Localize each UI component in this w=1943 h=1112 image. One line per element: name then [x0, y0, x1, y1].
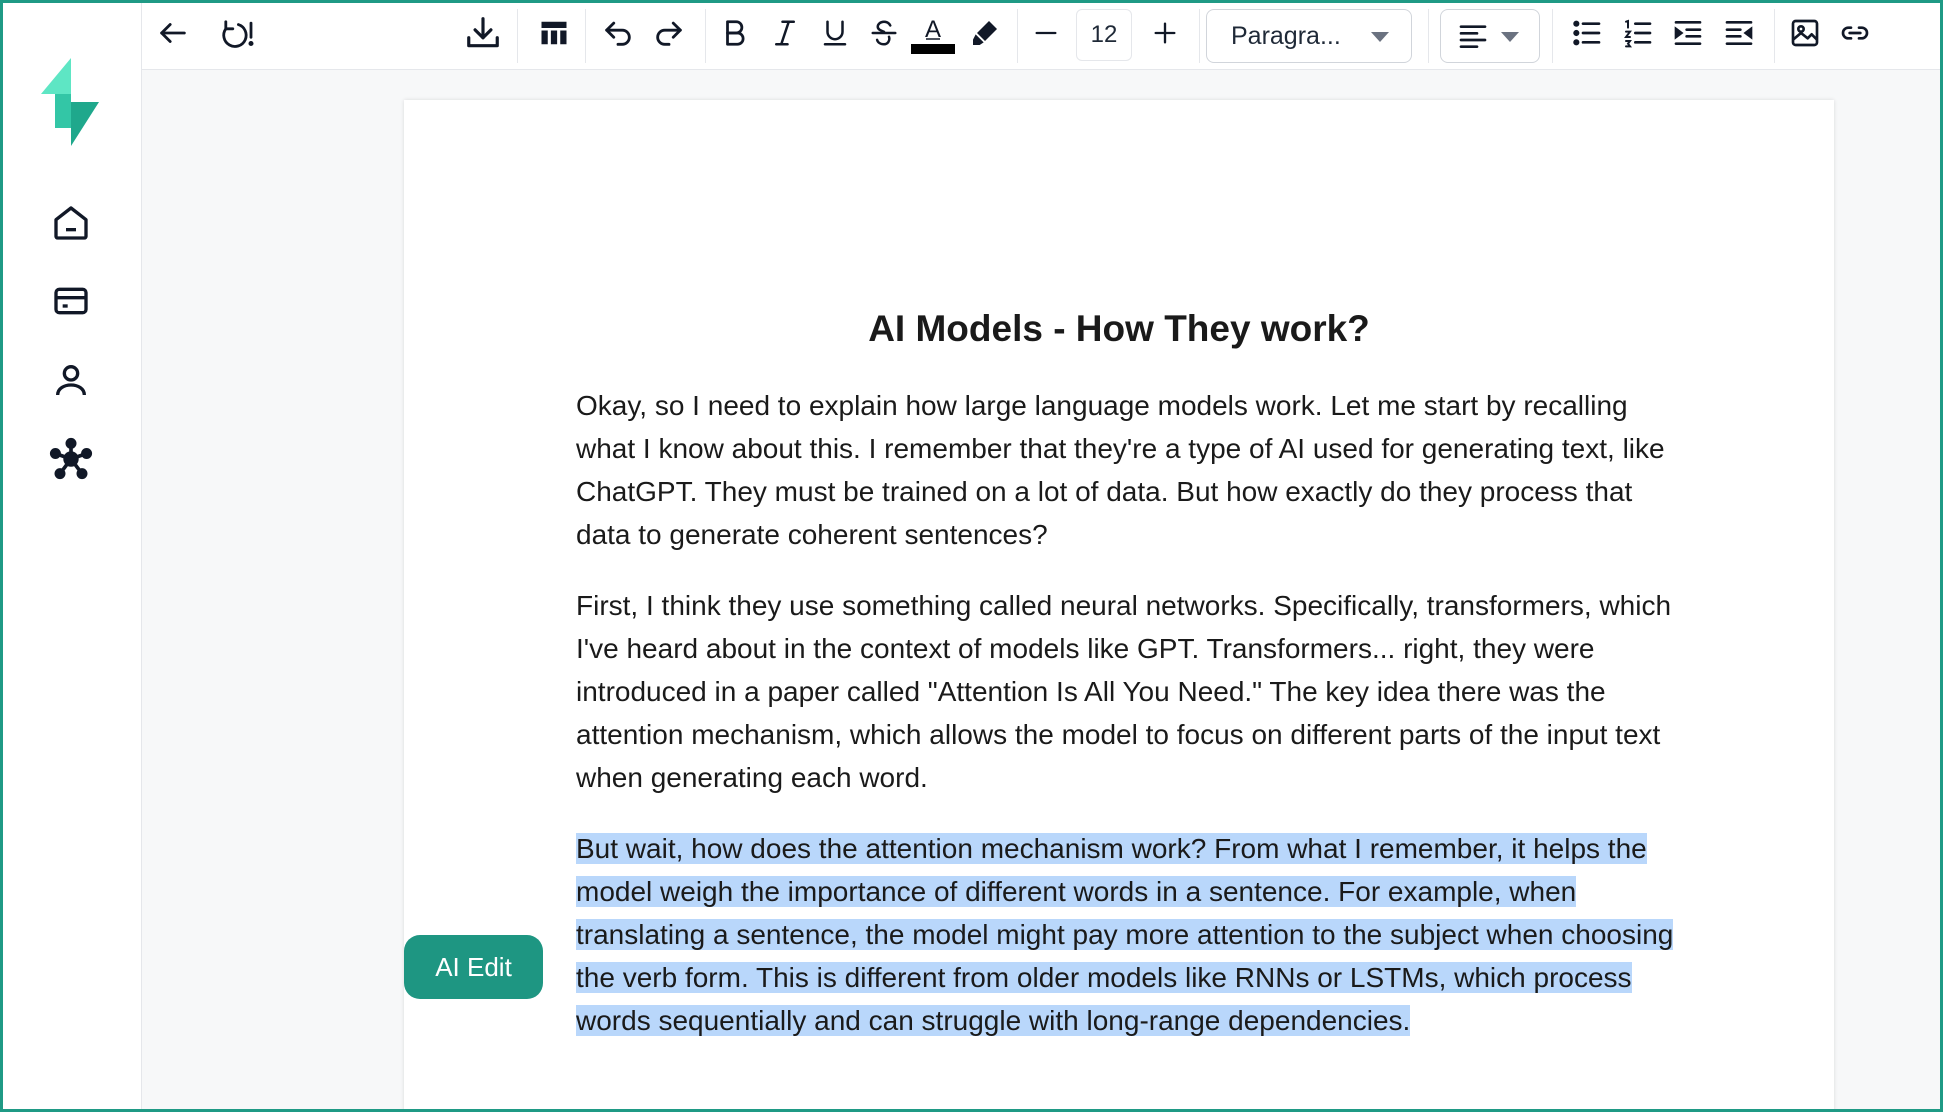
highlight-icon	[969, 17, 1001, 54]
increase-font-size-button[interactable]	[1142, 11, 1188, 59]
italic-button[interactable]	[762, 11, 808, 59]
toolbar-divider	[1552, 9, 1553, 63]
italic-icon	[770, 17, 800, 54]
numbered-list-icon	[1622, 17, 1654, 54]
align-left-icon	[1457, 20, 1489, 57]
back-arrow-icon	[156, 16, 190, 55]
bold-icon	[720, 17, 750, 54]
redo-button[interactable]	[646, 11, 692, 59]
back-button[interactable]	[150, 11, 196, 59]
document-title[interactable]: AI Models - How They work?	[404, 308, 1834, 350]
insert-image-button[interactable]	[1782, 11, 1828, 59]
app-window: A 12 Paragra... AI Models - How They wor…	[0, 0, 1943, 1112]
text-color-icon: A	[910, 10, 956, 61]
toolbar-divider	[1428, 9, 1429, 63]
outdent-icon	[1723, 17, 1755, 54]
document-paragraph[interactable]: Okay, so I need to explain how large lan…	[576, 384, 1676, 556]
selected-paragraph[interactable]: But wait, how does the attention mechani…	[576, 827, 1676, 1042]
chevron-down-icon	[1501, 32, 1519, 42]
bold-button[interactable]	[712, 11, 758, 59]
sidebar-item-network[interactable]	[43, 433, 99, 489]
image-icon	[1789, 17, 1821, 54]
ai-edit-button[interactable]: AI Edit	[404, 935, 543, 999]
user-icon	[51, 360, 91, 405]
redo-icon	[652, 16, 686, 55]
paragraph-style-value: Paragra...	[1231, 21, 1341, 50]
insert-link-button[interactable]	[1832, 11, 1878, 59]
editor-toolbar: A 12 Paragra...	[142, 3, 1940, 70]
home-icon	[51, 203, 91, 248]
highlight-button[interactable]	[962, 11, 1008, 59]
bullet-list-icon	[1571, 17, 1603, 54]
toolbar-divider	[705, 9, 706, 63]
toolbar-divider	[1017, 9, 1018, 63]
indent-icon	[1672, 17, 1704, 54]
insert-table-button[interactable]	[531, 11, 577, 59]
increase-font-icon	[1151, 19, 1179, 52]
card-icon	[51, 281, 91, 326]
decrease-font-icon	[1032, 19, 1060, 52]
sidebar-item-billing[interactable]	[43, 275, 99, 331]
font-size-input[interactable]: 12	[1076, 9, 1132, 61]
undo-icon	[601, 16, 635, 55]
network-icon	[49, 437, 93, 486]
text-align-select[interactable]	[1440, 9, 1540, 63]
toolbar-divider	[1774, 9, 1775, 63]
document-page[interactable]: AI Models - How They work? Okay, so I ne…	[404, 100, 1834, 1109]
toolbar-divider	[1199, 9, 1200, 63]
chevron-down-icon	[1371, 32, 1389, 42]
text-color-button[interactable]: A	[910, 11, 956, 59]
toolbar-divider	[517, 9, 518, 63]
document-body[interactable]: Okay, so I need to explain how large lan…	[576, 384, 1676, 1070]
sidebar-item-home[interactable]	[43, 197, 99, 253]
bullet-list-button[interactable]	[1564, 11, 1610, 59]
app-logo[interactable]	[41, 58, 101, 146]
link-icon	[1839, 17, 1871, 54]
underline-icon	[820, 17, 850, 54]
numbered-list-button[interactable]	[1615, 11, 1661, 59]
outdent-button[interactable]	[1716, 11, 1762, 59]
undo-button[interactable]	[595, 11, 641, 59]
strikethrough-icon	[869, 17, 899, 54]
document-paragraph[interactable]: First, I think they use something called…	[576, 584, 1676, 799]
toolbar-divider	[585, 9, 586, 63]
indent-button[interactable]	[1665, 11, 1711, 59]
paragraph-style-select[interactable]: Paragra...	[1206, 9, 1412, 63]
text-selection-highlight[interactable]: But wait, how does the attention mechani…	[576, 833, 1674, 1036]
download-icon	[464, 14, 502, 57]
download-button[interactable]	[460, 11, 506, 59]
sidebar	[3, 3, 142, 1109]
sidebar-item-profile[interactable]	[43, 354, 99, 410]
revision-history-button[interactable]	[214, 11, 260, 59]
strikethrough-button[interactable]	[861, 11, 907, 59]
decrease-font-size-button[interactable]	[1023, 11, 1069, 59]
underline-button[interactable]	[812, 11, 858, 59]
revision-history-icon	[216, 16, 258, 55]
table-icon	[539, 18, 569, 53]
